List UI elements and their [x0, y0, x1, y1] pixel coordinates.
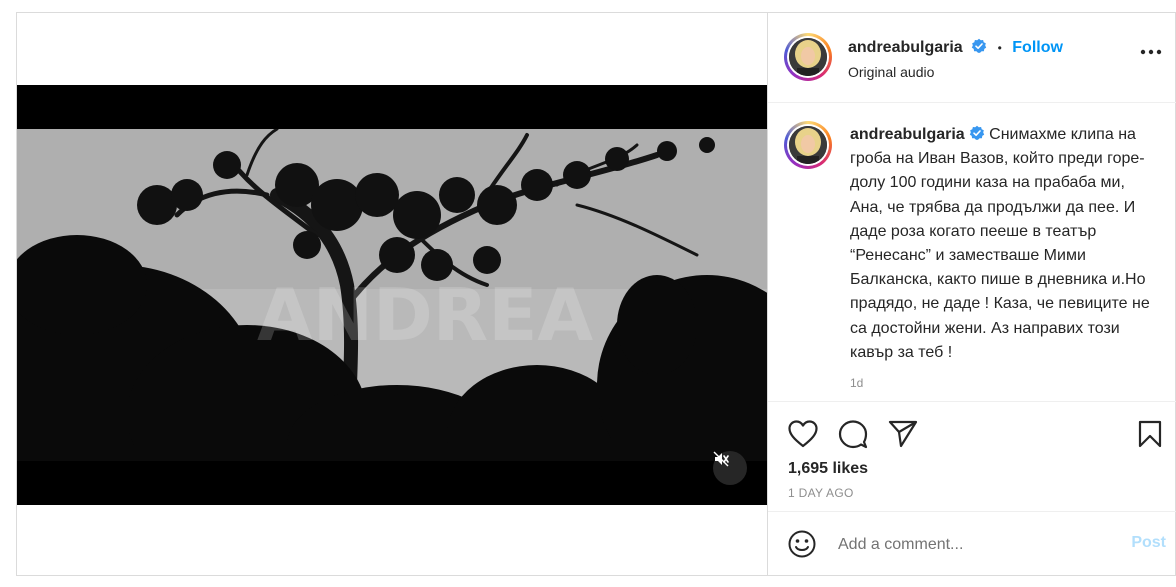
audio-label[interactable]: Original audio	[848, 64, 934, 80]
post-media: ANDREA	[17, 13, 767, 575]
heart-icon[interactable]	[788, 420, 818, 448]
post-card: ANDREA andreabulgaria • Follow Original …	[16, 12, 1176, 576]
caption-text-block: andreabulgaria Снимахме клипа на гроба н…	[850, 123, 1150, 395]
comment-bar: Post	[768, 511, 1176, 576]
post-side-panel: andreabulgaria • Follow Original audio a…	[767, 13, 1176, 576]
follow-button[interactable]: Follow	[1012, 39, 1063, 56]
video-player[interactable]: ANDREA	[17, 85, 767, 505]
caption-body: Снимахме клипа на гроба на Иван Вазов, к…	[850, 126, 1150, 361]
caption-username[interactable]: andreabulgaria	[850, 126, 965, 143]
post-username[interactable]: andreabulgaria	[848, 39, 963, 56]
share-icon[interactable]	[888, 420, 918, 448]
more-icon[interactable]	[1140, 49, 1162, 55]
caption-avatar[interactable]	[784, 121, 832, 169]
mute-button[interactable]	[713, 451, 747, 485]
emoji-icon[interactable]	[788, 530, 816, 558]
action-bar: 1,695 likes 1 DAY AGO	[768, 401, 1176, 512]
post-comment-button[interactable]: Post	[1131, 534, 1166, 552]
comment-input[interactable]	[836, 532, 1110, 558]
post-header: andreabulgaria • Follow Original audio	[768, 13, 1176, 103]
verified-badge-icon	[971, 38, 987, 53]
header-separator: •	[997, 41, 1002, 55]
avatar[interactable]	[784, 33, 832, 81]
video-watermark: ANDREA	[257, 273, 593, 357]
save-icon[interactable]	[1138, 420, 1162, 448]
caption-section: andreabulgaria Снимахме клипа на гроба н…	[768, 103, 1176, 403]
post-date[interactable]: 1 DAY AGO	[788, 486, 854, 500]
caption-age[interactable]: 1d	[850, 371, 1150, 395]
verified-badge-icon	[969, 125, 984, 140]
comment-icon[interactable]	[838, 420, 868, 450]
video-frame: ANDREA	[17, 85, 767, 505]
mute-icon	[713, 451, 729, 467]
likes-count[interactable]: 1,695 likes	[788, 460, 868, 478]
